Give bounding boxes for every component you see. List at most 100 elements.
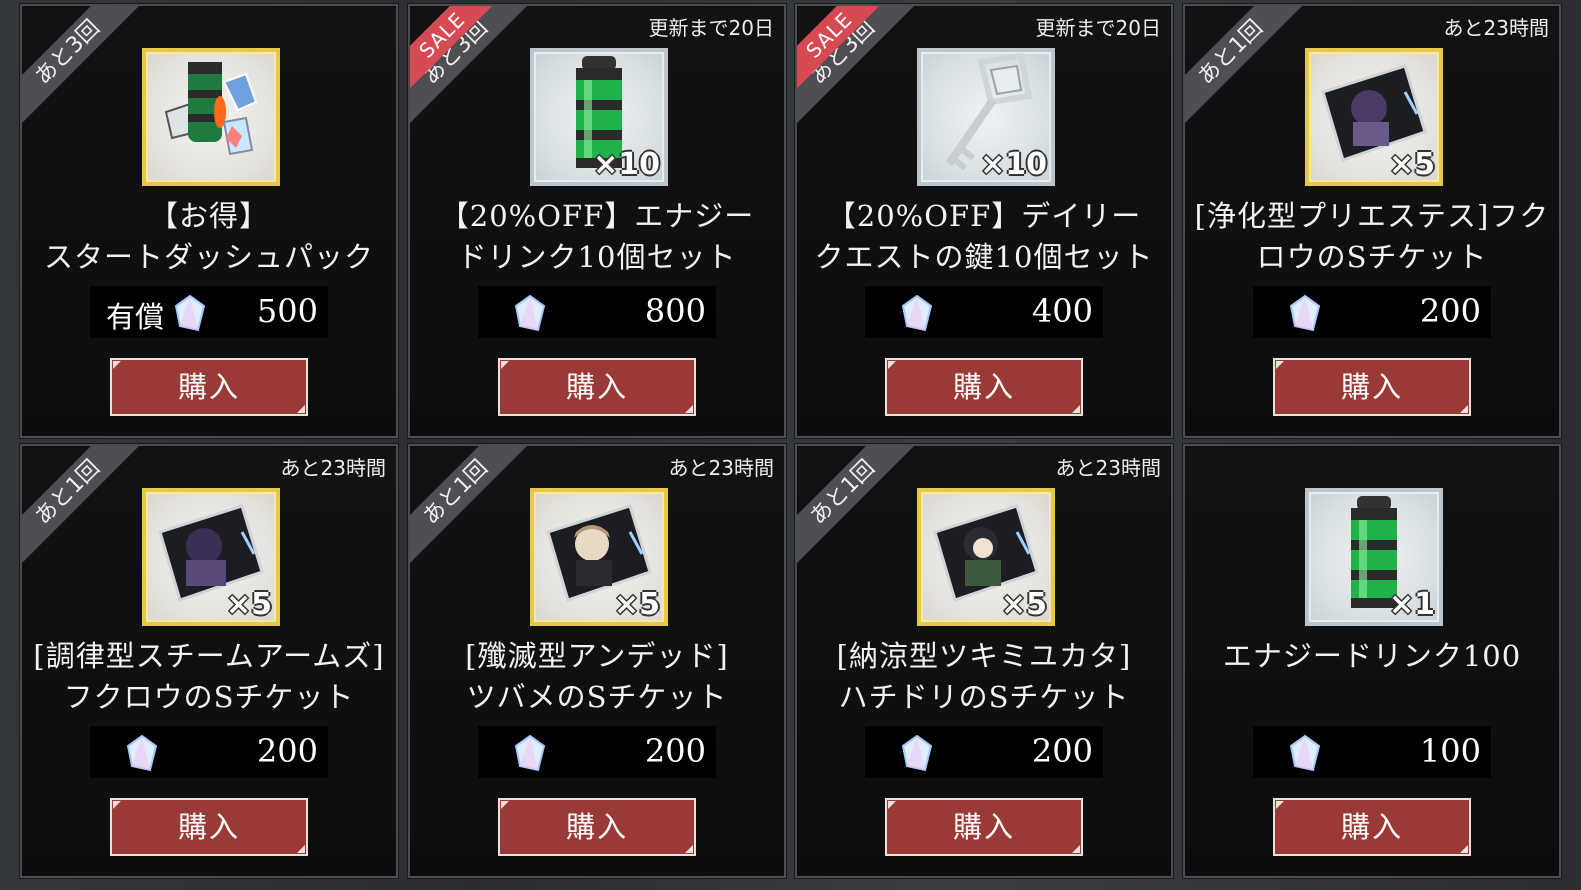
purchase-limit-label: あと1回 [797,446,926,576]
purchase-limit-ribbon: あと1回 [797,446,927,576]
item-name: 【20%OFF】エナジー ドリンク10個セット [410,196,784,278]
sale-ribbon: SALE [797,6,907,116]
buy-button[interactable]: 購入 [110,798,308,856]
shop-item-card[interactable]: あと1回 あと23時間 ×5 [浄化型プリエステス]フク ロウのSチケット 200… [1182,3,1562,439]
item-name-line1: [殲滅型アンデッド] [465,639,729,673]
refresh-timer: あと23時間 [280,456,386,480]
item-name-line1: 【20%OFF】エナジー [439,199,755,233]
purchase-limit-label: あと1回 [22,446,151,576]
price-box: 200 [865,726,1103,778]
item-icon-frame: ×5 [530,488,668,626]
price-box: 400 [865,286,1103,338]
item-name-line1: 【20%OFF】デイリー [826,199,1142,233]
item-quantity: ×5 [225,587,272,622]
price-value: 200 [1031,732,1093,770]
item-name-line2: ツバメのSチケット [466,680,728,714]
price-box: 100 [1253,726,1491,778]
buy-button[interactable]: 購入 [1273,798,1471,856]
shop-item-card[interactable]: あと1回 あと23時間 ×5 [調律型スチームアームズ] フクロウのSチケット 2… [19,443,399,879]
price-value: 800 [644,292,706,330]
buy-button[interactable]: 購入 [1273,358,1471,416]
purchase-limit-ribbon: あと1回 [410,446,540,576]
purchase-limit-ribbon: あと1回 [22,446,152,576]
price-box: 200 [1253,286,1491,338]
item-name-line1: [調律型スチームアームズ] [33,639,385,673]
buy-button[interactable]: 購入 [885,798,1083,856]
buy-button[interactable]: 購入 [110,358,308,416]
price-box: 200 [478,726,716,778]
gem-icon [1289,294,1321,332]
sale-label: SALE [410,6,517,110]
item-quantity: ×5 [1000,587,1047,622]
price-value: 100 [1419,732,1481,770]
item-name-line1: [浄化型プリエステス]フク [1194,199,1550,233]
item-name-line2: ロウのSチケット [1256,240,1488,274]
price-value: 200 [1419,292,1481,330]
price-value: 500 [256,292,318,330]
sale-label: SALE [797,6,904,110]
shop-item-card[interactable]: あと1回 あと23時間 ×5 [殲滅型アンデッド] ツバメのSチケット 200 購… [407,443,787,879]
item-quantity: ×10 [980,147,1047,182]
shop-item-card[interactable]: ×1 エナジードリンク100 100 購入 [1182,443,1562,879]
price-value: 400 [1031,292,1093,330]
purchase-limit-label: あと1回 [1185,6,1314,136]
item-icon-frame [142,48,280,186]
refresh-timer: あと23時間 [1055,456,1161,480]
shop-grid: あと3回 【お得】スタートダッシュパック 有償 500 購入 あと3回 SALE [0,0,1581,890]
buy-button[interactable]: 購入 [885,358,1083,416]
item-name: [浄化型プリエステス]フク ロウのSチケット [1185,196,1559,278]
item-name-line2: クエストの鍵10個セット [814,240,1154,274]
item-name: エナジードリンク100 [1185,636,1559,677]
shop-item-card[interactable]: あと3回 SALE 更新まで20日 ×10 【20%OFF】エナジー ドリンク10… [407,3,787,439]
item-quantity: ×10 [593,147,660,182]
refresh-timer: あと23時間 [1443,16,1549,40]
item-icon-frame: ×5 [142,488,280,626]
gem-icon [901,294,933,332]
item-quantity: ×5 [613,587,660,622]
item-name-line1: 【お得】 [148,199,269,233]
price-value: 200 [644,732,706,770]
sale-ribbon: SALE [410,6,520,116]
refresh-timer: 更新まで20日 [1035,16,1161,40]
gem-icon [126,734,158,772]
item-name-line2: ドリンク10個セット [457,240,737,274]
buy-button[interactable]: 購入 [498,358,696,416]
price-box: 800 [478,286,716,338]
gem-icon [514,294,546,332]
price-box: 有償 500 [90,286,328,338]
shop-item-card[interactable]: あと3回 SALE 更新まで20日 ×10 【20%OFF】デイリー クエストの鍵… [794,3,1174,439]
item-icon-frame: ×10 [530,48,668,186]
pack-icon [164,62,258,156]
refresh-timer: 更新まで20日 [648,16,774,40]
paid-label: 有償 [106,300,165,334]
item-name: 【20%OFF】デイリー クエストの鍵10個セット [797,196,1171,278]
gem-icon [901,734,933,772]
item-name-line1: [納涼型ツキミユカタ] [836,639,1132,673]
price-value: 200 [256,732,318,770]
gem-icon [174,294,206,332]
item-icon-frame: ×5 [917,488,1055,626]
item-name: [殲滅型アンデッド] ツバメのSチケット [410,636,784,718]
item-quantity: ×1 [1388,587,1435,622]
buy-button[interactable]: 購入 [498,798,696,856]
item-quantity: ×5 [1388,147,1435,182]
item-name-line2: ハチドリのSチケット [838,680,1130,714]
refresh-timer: あと23時間 [668,456,774,480]
purchase-limit-ribbon: あと3回 [22,6,152,136]
gem-icon [514,734,546,772]
item-icon-frame: ×1 [1305,488,1443,626]
purchase-limit-label: あと3回 [22,6,151,136]
item-name-line2: フクロウのSチケット [63,680,355,714]
purchase-limit-label: あと1回 [410,446,539,576]
item-name: [納涼型ツキミユカタ] ハチドリのSチケット [797,636,1171,718]
shop-item-card[interactable]: あと1回 あと23時間 ×5 [納涼型ツキミユカタ] ハチドリのSチケット 200… [794,443,1174,879]
price-box: 200 [90,726,328,778]
item-name-line2: スタートダッシュパック [43,240,374,274]
gem-icon [1289,734,1321,772]
item-name: 【お得】スタートダッシュパック [22,196,396,278]
item-name-line1: エナジードリンク100 [1222,639,1522,673]
item-name: [調律型スチームアームズ] フクロウのSチケット [22,636,396,718]
purchase-limit-ribbon: あと1回 [1185,6,1315,136]
shop-item-card[interactable]: あと3回 【お得】スタートダッシュパック 有償 500 購入 [19,3,399,439]
item-icon-frame: ×10 [917,48,1055,186]
